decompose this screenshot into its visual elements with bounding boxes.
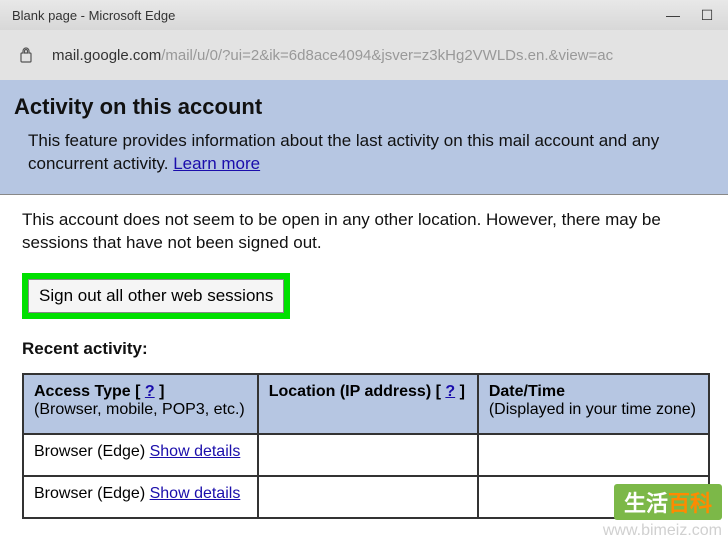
maximize-button[interactable]: ☐	[700, 8, 714, 22]
address-bar: mail.google.com/mail/u/0/?ui=2&ik=6d8ace…	[0, 30, 728, 80]
col-location: Location (IP address) [ ? ]	[258, 374, 478, 434]
table-row: Browser (Edge) Show details	[23, 476, 709, 518]
show-details-link[interactable]: Show details	[150, 443, 241, 460]
feature-description: This feature provides information about …	[14, 130, 712, 176]
cell-location	[258, 476, 478, 518]
activity-table: Access Type [ ? ] (Browser, mobile, POP3…	[22, 373, 710, 519]
cell-datetime	[478, 476, 709, 518]
url-path: /mail/u/0/?ui=2&ik=6d8ace4094&jsver=z3kH…	[161, 47, 613, 64]
window-controls: — ☐	[666, 8, 720, 22]
col-access-label: Access Type	[34, 383, 131, 400]
status-section: This account does not seem to be open in…	[0, 195, 728, 529]
cell-access: Browser (Edge) Show details	[23, 434, 258, 476]
url-display[interactable]: mail.google.com/mail/u/0/?ui=2&ik=6d8ace…	[52, 47, 613, 64]
page-title: Activity on this account	[14, 94, 712, 120]
status-text: This account does not seem to be open in…	[22, 209, 710, 255]
recent-activity-title: Recent activity:	[22, 339, 710, 359]
col-access-type: Access Type [ ? ] (Browser, mobile, POP3…	[23, 374, 258, 434]
description-text: This feature provides information about …	[28, 131, 659, 173]
col-location-label: Location (IP address)	[269, 383, 431, 400]
cell-location	[258, 434, 478, 476]
signout-highlight: Sign out all other web sessions	[22, 273, 290, 319]
access-text: Browser (Edge)	[34, 443, 150, 460]
lock-icon	[18, 46, 34, 64]
col-datetime-sub: (Displayed in your time zone)	[489, 401, 698, 419]
window-title-bar: Blank page - Microsoft Edge — ☐	[0, 0, 728, 30]
location-help-link[interactable]: ?	[445, 383, 455, 400]
url-host: mail.google.com	[52, 47, 161, 64]
cell-access: Browser (Edge) Show details	[23, 476, 258, 518]
signout-all-button[interactable]: Sign out all other web sessions	[28, 279, 284, 313]
table-row: Browser (Edge) Show details	[23, 434, 709, 476]
access-help-link[interactable]: ?	[145, 383, 155, 400]
show-details-link[interactable]: Show details	[150, 485, 241, 502]
window-title: Blank page - Microsoft Edge	[8, 8, 175, 23]
col-datetime-label: Date/Time	[489, 383, 565, 400]
table-header-row: Access Type [ ? ] (Browser, mobile, POP3…	[23, 374, 709, 434]
cell-datetime	[478, 434, 709, 476]
page-content: Activity on this account This feature pr…	[0, 80, 728, 529]
header-section: Activity on this account This feature pr…	[0, 80, 728, 195]
col-datetime: Date/Time (Displayed in your time zone)	[478, 374, 709, 434]
access-text: Browser (Edge)	[34, 485, 150, 502]
col-access-sub: (Browser, mobile, POP3, etc.)	[34, 401, 247, 419]
minimize-button[interactable]: —	[666, 8, 680, 22]
learn-more-link[interactable]: Learn more	[173, 154, 260, 173]
